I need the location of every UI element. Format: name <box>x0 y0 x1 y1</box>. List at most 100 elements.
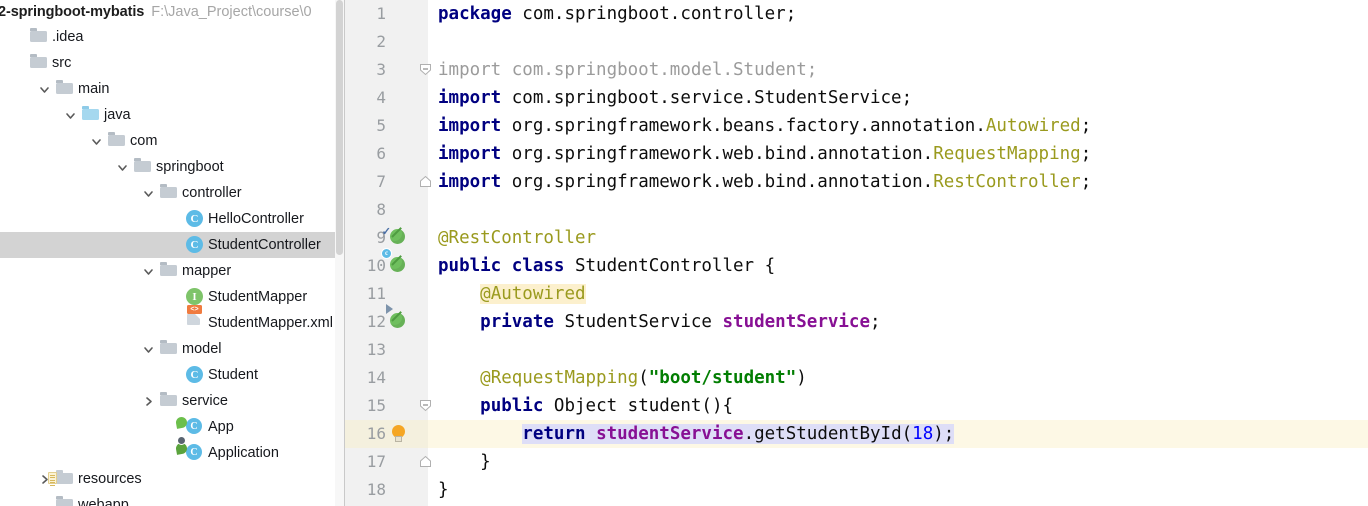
code-line-text[interactable]: import org.springframework.beans.factory… <box>438 112 1091 140</box>
intention-bulb-icon[interactable] <box>390 425 409 444</box>
project-header[interactable]: 2-springboot-mybatis F:\Java_Project\cou… <box>0 0 345 24</box>
code-line[interactable]: 14 @RequestMapping("boot/student") <box>345 364 1368 392</box>
tree-item-hellocontroller[interactable]: C HelloController <box>0 206 345 232</box>
code-editor[interactable]: 1 package com.springboot.controller; 2 3 imp… <box>345 0 1368 506</box>
code-token: RequestMapping <box>933 144 1081 164</box>
code-token: ; <box>1080 116 1092 136</box>
tree-item-java[interactable]: java <box>0 102 345 128</box>
code-token: public <box>480 396 554 416</box>
tree-item-springboot[interactable]: springboot <box>0 154 345 180</box>
code-line[interactable]: 15 public Object student(){ <box>345 392 1368 420</box>
tree-item-label: controller <box>182 185 242 201</box>
chevron-down-icon[interactable] <box>142 265 155 278</box>
code-token: @RestController <box>438 228 597 248</box>
code-token: import <box>438 172 512 192</box>
tree-item-studentmapper-xml[interactable]: <> StudentMapper.xml <box>0 305 345 336</box>
code-line-text[interactable]: private StudentService studentService; <box>438 308 880 336</box>
code-line[interactable]: 2 <box>345 28 1368 56</box>
tree-item-main[interactable]: main <box>0 76 345 102</box>
code-line[interactable]: 3 import com.springboot.model.Student; <box>345 56 1368 84</box>
code-fold-end-icon[interactable] <box>419 175 432 188</box>
project-tree[interactable]: .idea src main java com springboot controller C… <box>0 24 345 506</box>
java-class-icon: C <box>186 210 203 227</box>
chevron-right-icon[interactable] <box>142 395 155 408</box>
chevron-down-icon[interactable] <box>64 109 77 122</box>
code-line[interactable]: 13 <box>345 336 1368 364</box>
code-line-text[interactable]: import org.springframework.web.bind.anno… <box>438 168 1091 196</box>
tree-item-model[interactable]: model <box>0 336 345 362</box>
tree-item-src[interactable]: src <box>0 50 345 76</box>
tree-item--idea[interactable]: .idea <box>0 24 345 50</box>
code-line[interactable]: 5 import org.springframework.beans.factor… <box>345 112 1368 140</box>
java-class-icon: C <box>186 366 203 383</box>
tree-item-resources[interactable]: resources <box>0 466 345 492</box>
code-token: studentService <box>596 424 744 444</box>
code-line[interactable]: 4 import com.springboot.service.StudentSe… <box>345 84 1368 112</box>
code-line[interactable]: 10 c public class StudentController { <box>345 248 1368 280</box>
project-tool-window[interactable]: 2-springboot-mybatis F:\Java_Project\cou… <box>0 0 345 506</box>
code-token: package <box>438 4 523 24</box>
code-line[interactable]: 9 ✓ @RestController <box>345 224 1368 252</box>
code-token: org.springframework.beans.factory.annota… <box>511 116 986 136</box>
tree-item-com[interactable]: com <box>0 128 345 154</box>
folder-gray-icon <box>30 28 47 45</box>
scrollbar-thumb[interactable] <box>336 0 343 255</box>
tree-item-studentmapper[interactable]: I StudentMapper <box>0 284 345 310</box>
spring-bean-check-icon[interactable]: ✓ <box>382 227 409 248</box>
chevron-down-icon[interactable] <box>142 187 155 200</box>
code-line-text[interactable]: import com.springboot.model.Student; <box>438 56 817 84</box>
code-line[interactable]: 12 private StudentService studentService… <box>345 304 1368 336</box>
tree-item-studentcontroller[interactable]: C StudentController <box>0 232 345 258</box>
spring-bean-class-icon[interactable]: c <box>381 248 409 276</box>
code-line[interactable]: 8 <box>345 196 1368 224</box>
chevron-down-icon[interactable] <box>38 83 51 96</box>
code-token: studentService <box>722 312 871 332</box>
code-token: } <box>438 452 491 472</box>
code-line-text[interactable]: public class StudentController { <box>438 252 775 280</box>
code-token: } <box>438 480 449 500</box>
tree-item-student[interactable]: C Student <box>0 362 345 388</box>
code-line-text[interactable]: package com.springboot.controller; <box>438 0 796 28</box>
code-line[interactable]: 16 return studentService.getStudentById(… <box>345 420 1368 448</box>
code-line-text[interactable]: } <box>438 448 491 476</box>
code-fold-expanded-icon[interactable] <box>419 399 432 412</box>
code-line[interactable]: 18} <box>345 476 1368 504</box>
code-fold-expanded-icon[interactable] <box>419 63 432 76</box>
tree-item-label: StudentController <box>208 237 321 253</box>
code-line[interactable]: 6 import org.springframework.web.bind.ann… <box>345 140 1368 168</box>
code-line-text[interactable]: @Autowired <box>438 280 586 308</box>
project-name: 2-springboot-mybatis <box>0 4 145 20</box>
tree-item-app[interactable]: C App <box>0 414 345 440</box>
code-token: org.springframework.web.bind.annotation. <box>511 144 934 164</box>
code-line-text[interactable]: } <box>438 476 449 504</box>
tree-item-application[interactable]: C Application <box>0 436 345 466</box>
code-line-text[interactable]: @RestController <box>438 224 596 252</box>
code-line-text[interactable]: import com.springboot.service.StudentSer… <box>438 84 912 112</box>
code-token: public class <box>438 256 575 276</box>
chevron-down-icon[interactable] <box>90 135 103 148</box>
code-line-text[interactable]: return studentService.getStudentById(18)… <box>438 420 955 448</box>
tree-item-controller[interactable]: controller <box>0 180 345 206</box>
code-fold-end-icon[interactable] <box>419 455 432 468</box>
code-line[interactable]: 11 @Autowired <box>345 280 1368 308</box>
code-line[interactable]: 7 import org.springframework.web.bind.ann… <box>345 168 1368 196</box>
folder-gray-icon <box>108 132 125 149</box>
tree-item-label: java <box>104 107 131 123</box>
code-line[interactable]: 17 } <box>345 448 1368 476</box>
code-token: com.springboot.controller; <box>522 4 797 24</box>
sidebar-vertical-scrollbar[interactable] <box>335 0 344 506</box>
tree-item-service[interactable]: service <box>0 388 345 414</box>
code-line[interactable]: 1 package com.springboot.controller; <box>345 0 1368 28</box>
code-line-text[interactable]: @RequestMapping("boot/student") <box>438 364 807 392</box>
tree-item-label: model <box>182 341 222 357</box>
code-line-text[interactable]: import org.springframework.web.bind.anno… <box>438 140 1091 168</box>
chevron-down-icon[interactable] <box>142 343 155 356</box>
spring-bean-inject-icon[interactable] <box>386 304 409 332</box>
folder-gray-icon <box>160 392 177 409</box>
chevron-down-icon[interactable] <box>116 161 129 174</box>
code-line-text[interactable]: public Object student(){ <box>438 392 733 420</box>
tree-item-mapper[interactable]: mapper <box>0 258 345 284</box>
tree-item-webapp[interactable]: webapp <box>0 492 345 506</box>
